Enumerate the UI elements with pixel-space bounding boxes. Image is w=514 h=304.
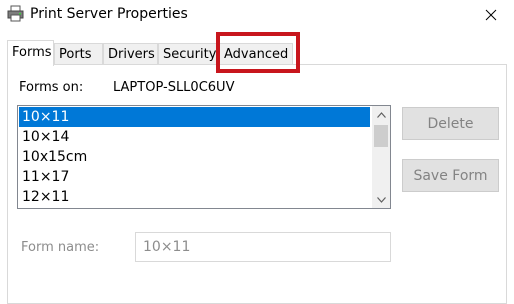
scroll-up-arrow[interactable] (372, 106, 390, 123)
window-title: Print Server Properties (30, 6, 188, 22)
form-name-input[interactable] (135, 232, 391, 262)
chevron-up-icon (376, 111, 386, 118)
tab-ports[interactable]: Ports (54, 43, 103, 64)
form-name-label: Form name: (21, 240, 100, 255)
printer-icon (7, 5, 24, 22)
tab-security[interactable]: Security (158, 43, 219, 64)
scroll-thumb[interactable] (374, 125, 388, 147)
forms-listbox[interactable]: 10×11 10×14 10x15cm 11×17 12×11 (17, 105, 391, 209)
title-bar: Print Server Properties (0, 0, 514, 30)
tab-forms[interactable]: Forms (7, 40, 54, 66)
close-icon (485, 9, 497, 21)
list-item[interactable]: 12×11 (19, 187, 370, 207)
forms-on-label: Forms on: (19, 80, 84, 95)
tab-drivers[interactable]: Drivers (103, 43, 158, 64)
scroll-down-arrow[interactable] (372, 191, 390, 208)
chevron-down-icon (376, 196, 386, 203)
list-item[interactable]: 11×17 (19, 167, 370, 187)
close-button[interactable] (468, 0, 514, 30)
tab-strip: Forms Ports Drivers Security Advanced (7, 40, 507, 66)
tab-advanced[interactable]: Advanced (219, 43, 293, 64)
list-item[interactable]: 10×11 (19, 107, 370, 127)
list-item[interactable]: 10x15cm (19, 147, 370, 167)
server-name: LAPTOP-SLL0C6UV (113, 80, 235, 95)
list-scrollbar[interactable] (372, 106, 390, 208)
delete-button[interactable]: Delete (402, 107, 499, 140)
save-form-button[interactable]: Save Form (402, 159, 499, 192)
list-item[interactable]: 10×14 (19, 127, 370, 147)
